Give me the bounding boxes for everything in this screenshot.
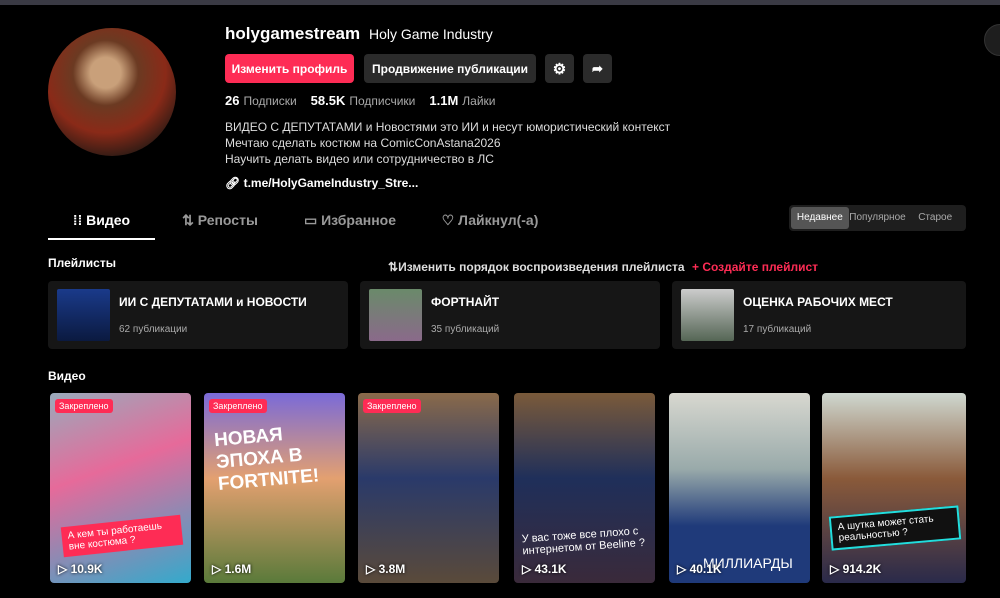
reorder-playlists-button[interactable]: ⇅Изменить порядок воспроизведения плейли…: [388, 260, 685, 274]
playlist-title: ФОРТНАЙТ: [431, 295, 500, 309]
tab-label: Лайкнул(-а): [458, 212, 539, 228]
followers-stat[interactable]: 58.5K Подписчики: [311, 93, 416, 108]
playlist-card[interactable]: ИИ С ДЕПУТАТАМИ и НОВОСТИ 62 публикации: [48, 281, 348, 349]
view-count: ▷ 914.2K: [830, 562, 882, 576]
video-card[interactable]: А шутка может стать реальностью ? ▷ 914.…: [822, 393, 966, 583]
share-button[interactable]: ➦: [583, 54, 612, 83]
sort-popular[interactable]: Популярное: [849, 207, 907, 229]
pinned-badge: Закреплено: [209, 399, 267, 413]
tab-label: Видео: [86, 212, 131, 228]
pinned-badge: Закреплено: [363, 399, 421, 413]
playlist-thumbnail: [57, 289, 110, 341]
bio-line: Мечтаю сделать костюм на ComicConAstana2…: [225, 136, 501, 150]
video-card[interactable]: Закреплено А кем ты работаешь вне костюм…: [50, 393, 191, 583]
video-card[interactable]: Закреплено ▷ 3.8M: [358, 393, 499, 583]
videos-heading: Видео: [48, 369, 86, 383]
gear-icon: ⚙: [552, 60, 567, 78]
playlist-title: ОЦЕНКА РАБОЧИХ МЕСТ: [743, 295, 893, 309]
profile-stats: 26 Подписки 58.5K Подписчики 1.1M Лайки: [225, 93, 496, 108]
playlist-card[interactable]: ФОРТНАЙТ 35 публикаций: [360, 281, 660, 349]
following-stat[interactable]: 26 Подписки: [225, 93, 297, 108]
bookmark-icon: ▭: [303, 212, 322, 228]
playlist-count: 35 публикаций: [431, 324, 500, 335]
sort-icon: ⇅: [388, 260, 399, 274]
playlist-thumbnail: [681, 289, 734, 341]
view-count: ▷ 1.6M: [212, 562, 252, 576]
edit-profile-button[interactable]: Изменить профиль: [225, 54, 354, 83]
playlist-count: 62 публикации: [119, 324, 188, 335]
video-card[interactable]: МИЛЛИАРДЫ ▷ 40.1K: [669, 393, 810, 583]
video-caption: У вас тоже все плохо с интернетом от Bee…: [521, 525, 646, 558]
link-icon: 🔗︎: [225, 176, 244, 190]
promote-button[interactable]: Продвижение публикации: [364, 54, 536, 83]
link-text: t.me/HolyGameIndustry_Stre...: [243, 176, 419, 190]
video-card[interactable]: Закреплено НОВАЯ ЭПОХА В FORTNITE! ▷ 1.6…: [204, 393, 345, 583]
tab-label: Репосты: [197, 212, 258, 228]
likes-stat: 1.1M Лайки: [429, 93, 496, 108]
view-count: ▷ 40.1K: [677, 562, 722, 576]
video-card[interactable]: У вас тоже все плохо с интернетом от Bee…: [514, 393, 655, 583]
repost-icon: ⇅: [182, 212, 198, 228]
create-playlist-button[interactable]: + Создайте плейлист: [692, 260, 818, 274]
side-button[interactable]: [984, 24, 1000, 56]
playlist-count: 17 публикаций: [743, 324, 812, 335]
tab-reposts[interactable]: ⇅ Репосты: [155, 204, 285, 240]
video-caption: А шутка может стать реальностью ?: [828, 505, 962, 551]
playlist-title: ИИ С ДЕПУТАТАМИ и НОВОСТИ: [119, 295, 307, 309]
settings-button[interactable]: ⚙: [545, 54, 574, 83]
reorder-label: Изменить порядок воспроизведения плейлис…: [398, 260, 685, 274]
heart-icon: ♡: [441, 212, 459, 228]
sort-recent[interactable]: Недавнее: [791, 207, 849, 229]
view-count: ▷ 10.9K: [58, 562, 103, 576]
profile-link[interactable]: 🔗︎ t.me/HolyGameIndustry_Stre...: [225, 176, 418, 190]
share-icon: ➦: [592, 60, 603, 76]
username: holygamestream: [225, 24, 361, 43]
tab-label: Избранное: [321, 212, 397, 228]
bio-line: ВИДЕО С ДЕПУТАТАМИ и Новостями это ИИ и …: [225, 120, 671, 134]
avatar[interactable]: [48, 28, 176, 156]
video-caption: А кем ты работаешь вне костюма ?: [60, 514, 184, 558]
display-name: Holy Game Industry: [369, 26, 493, 42]
view-count: ▷ 3.8M: [366, 562, 406, 576]
bio: ВИДЕО С ДЕПУТАТАМИ и Новостями это ИИ и …: [225, 119, 670, 167]
tab-videos[interactable]: ⁞⁞ Видео: [48, 204, 155, 240]
tab-favorites[interactable]: ▭ Избранное: [285, 204, 415, 240]
grid-icon: ⁞⁞: [72, 212, 87, 228]
view-count: ▷ 43.1K: [522, 562, 567, 576]
sort-oldest[interactable]: Старое: [906, 207, 964, 229]
bio-line: Научить делать видео или сотрудничество …: [225, 152, 494, 166]
tab-liked[interactable]: ♡ Лайкнул(-а): [415, 204, 565, 240]
pinned-badge: Закреплено: [55, 399, 113, 413]
playlist-thumbnail: [369, 289, 422, 341]
playlist-card[interactable]: ОЦЕНКА РАБОЧИХ МЕСТ 17 публикаций: [672, 281, 966, 349]
playlists-heading: Плейлисты: [48, 256, 116, 270]
content-tabs: ⁞⁞ Видео ⇅ Репосты ▭ Избранное ♡ Лайкнул…: [48, 204, 565, 240]
sort-toggle: Недавнее Популярное Старое: [789, 205, 966, 231]
window-top-bar: [0, 0, 1000, 5]
video-caption: НОВАЯ ЭПОХА В FORTNITE!: [213, 424, 320, 496]
